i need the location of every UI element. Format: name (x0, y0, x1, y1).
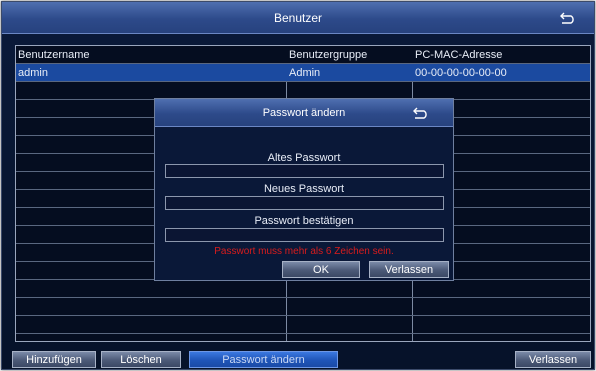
back-arrow-icon[interactable] (560, 12, 576, 24)
add-button[interactable]: Hinzufügen (12, 351, 96, 368)
table-row[interactable]: admin Admin 00-00-00-00-00-00 (16, 64, 590, 82)
back-arrow-icon[interactable] (413, 107, 429, 119)
window-title: Benutzer (273, 11, 323, 25)
table-row[interactable] (16, 298, 590, 316)
new-password-input[interactable] (165, 196, 444, 210)
confirm-password-label: Passwort bestätigen (254, 215, 354, 227)
cell-group: Admin (289, 67, 321, 79)
table-row[interactable] (16, 280, 590, 298)
cell-username: admin (18, 67, 48, 79)
column-header-mac[interactable]: PC-MAC-Adresse (413, 46, 591, 64)
error-message: Passwort muss mehr als 6 Zeichen sein. (214, 246, 394, 257)
column-header-username[interactable]: Benutzername (16, 46, 286, 64)
column-header-group[interactable]: Benutzergruppe (287, 46, 412, 64)
old-password-input[interactable] (165, 164, 444, 178)
change-password-button[interactable]: Passwort ändern (189, 351, 338, 368)
dialog-titlebar: Passwort ändern (155, 99, 453, 127)
confirm-password-input[interactable] (165, 228, 444, 242)
cell-mac: 00-00-00-00-00-00 (415, 67, 507, 79)
table-row[interactable] (16, 316, 590, 334)
exit-button[interactable]: Verlassen (515, 351, 591, 368)
ok-button[interactable]: OK (282, 261, 360, 278)
users-window: Benutzer Benutzername Benutzergruppe PC-… (1, 1, 595, 370)
dialog-title: Passwort ändern (262, 107, 346, 119)
window-titlebar: Benutzer (2, 2, 594, 34)
dialog-exit-button[interactable]: Verlassen (369, 261, 449, 278)
change-password-dialog: Passwort ändern Altes Passwort Neues Pas… (154, 98, 454, 281)
table-header-row: Benutzername Benutzergruppe PC-MAC-Adres… (16, 46, 590, 64)
new-password-label: Neues Passwort (263, 183, 345, 195)
old-password-label: Altes Passwort (267, 152, 341, 164)
delete-button[interactable]: Löschen (101, 351, 181, 368)
